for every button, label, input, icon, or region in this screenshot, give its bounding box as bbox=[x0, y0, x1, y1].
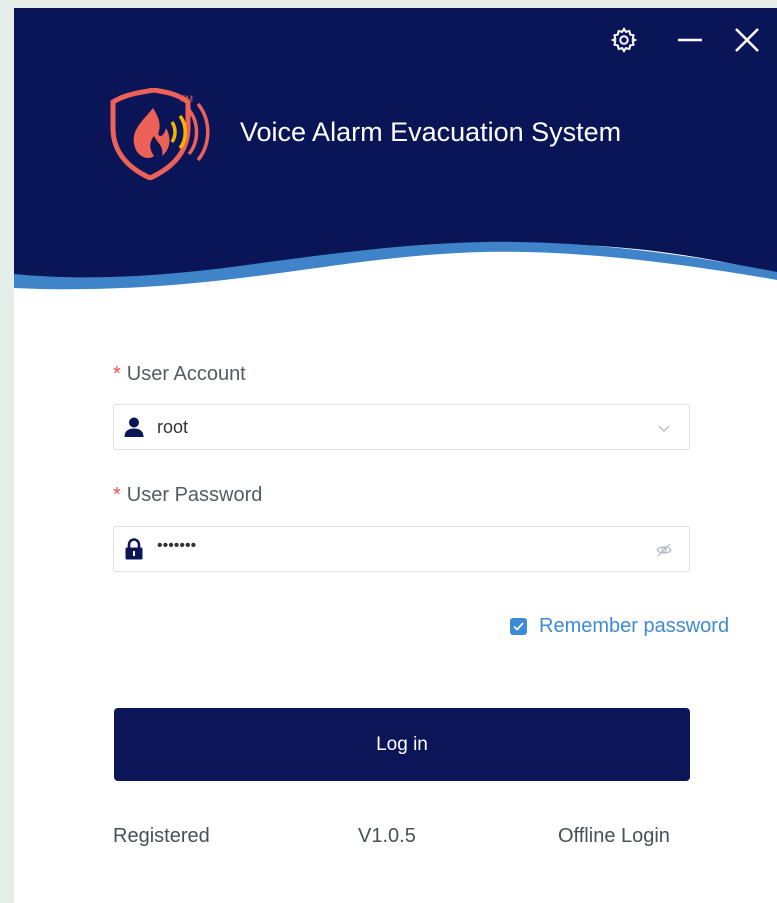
settings-button[interactable] bbox=[604, 22, 644, 58]
checkmark-icon bbox=[513, 621, 524, 631]
registered-link[interactable]: Registered bbox=[113, 825, 210, 848]
password-label-text: User Password bbox=[126, 484, 263, 506]
account-label-text: User Account bbox=[126, 363, 246, 385]
required-mark: * bbox=[113, 363, 121, 385]
remember-checkbox[interactable] bbox=[510, 617, 527, 635]
offline-login-link[interactable]: Offline Login bbox=[558, 825, 670, 848]
eye-off-icon[interactable] bbox=[655, 541, 673, 559]
password-label: * User Password bbox=[113, 484, 262, 507]
password-field[interactable]: ••••••• bbox=[113, 526, 690, 572]
account-label: * User Account bbox=[113, 363, 246, 386]
gear-icon bbox=[610, 27, 638, 53]
chevron-down-icon[interactable] bbox=[655, 419, 673, 437]
required-mark: * bbox=[113, 484, 121, 506]
close-button[interactable] bbox=[727, 22, 767, 58]
login-window: FM Voice Alarm Evacuation System * User A… bbox=[14, 8, 777, 903]
close-icon bbox=[735, 28, 759, 52]
version-text: V1.0.5 bbox=[358, 825, 416, 847]
app-title: Voice Alarm Evacuation System bbox=[240, 117, 622, 147]
account-select[interactable]: root bbox=[113, 404, 690, 450]
header-banner: FM Voice Alarm Evacuation System bbox=[14, 8, 777, 308]
lock-icon bbox=[125, 538, 143, 560]
logo-fm-badge: FM bbox=[180, 94, 193, 104]
login-button[interactable]: Log in bbox=[114, 708, 690, 781]
app-logo: FM bbox=[110, 88, 210, 180]
minimize-icon bbox=[678, 38, 702, 42]
account-value: root bbox=[157, 417, 189, 437]
user-icon bbox=[124, 417, 144, 437]
remember-label: Remember password bbox=[539, 614, 730, 637]
password-value: ••••••• bbox=[157, 537, 197, 554]
remember-password-toggle[interactable]: Remember password bbox=[510, 613, 729, 639]
minimize-button[interactable] bbox=[670, 22, 710, 58]
login-button-label: Log in bbox=[376, 733, 428, 755]
